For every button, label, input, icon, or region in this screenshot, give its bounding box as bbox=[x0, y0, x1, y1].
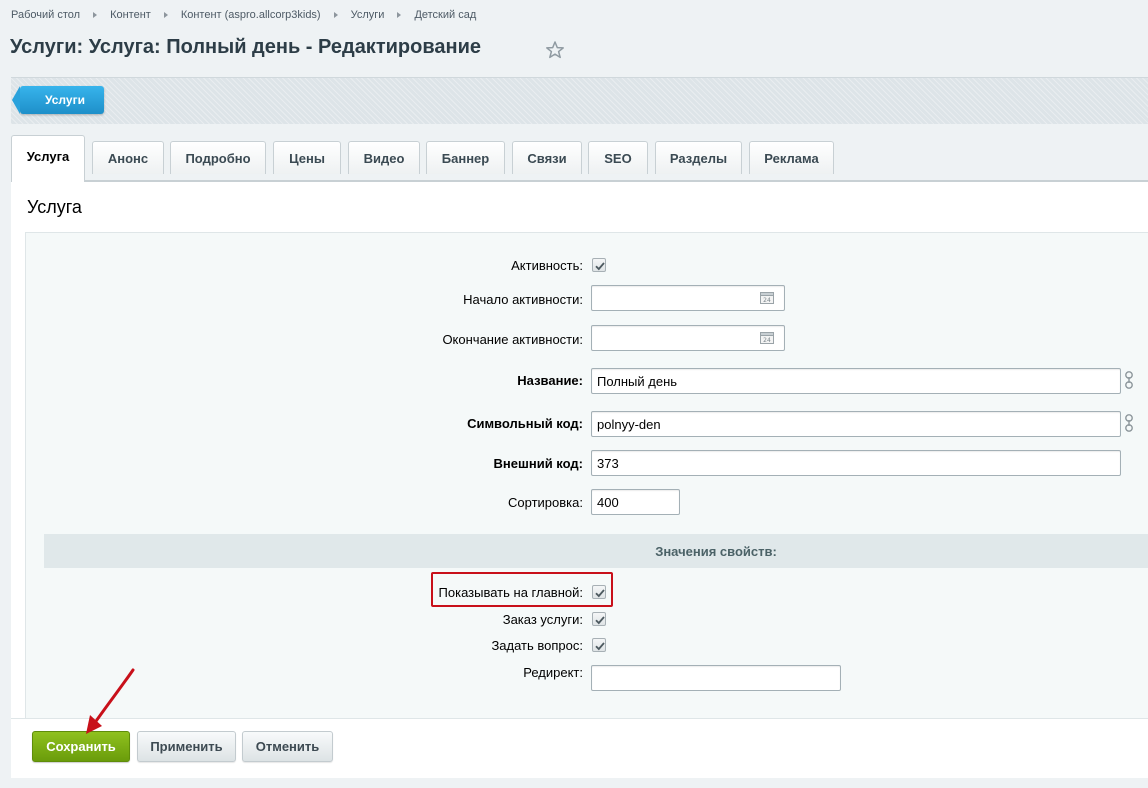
calendar-icon[interactable]: 24 bbox=[760, 291, 774, 304]
tab-preview[interactable]: Анонс bbox=[92, 141, 164, 174]
active-checkbox[interactable] bbox=[592, 258, 606, 272]
tab-banner[interactable]: Баннер bbox=[426, 141, 505, 174]
tab-video[interactable]: Видео bbox=[348, 141, 420, 174]
tab-service[interactable]: Услуга bbox=[11, 135, 85, 182]
redirect-input[interactable] bbox=[591, 665, 841, 691]
tab-prices[interactable]: Цены bbox=[273, 141, 341, 174]
code-input[interactable]: polnyy-den bbox=[591, 411, 1121, 437]
apply-button[interactable]: Применить bbox=[137, 731, 236, 762]
redirect-label: Редирект: bbox=[523, 665, 583, 680]
active-from-label: Начало активности: bbox=[463, 292, 583, 307]
sort-label: Сортировка: bbox=[508, 495, 583, 510]
context-toolbar bbox=[11, 77, 1148, 124]
active-from-input[interactable] bbox=[591, 285, 785, 311]
active-to-label: Окончание активности: bbox=[442, 332, 583, 347]
breadcrumb-item-content[interactable]: Контент bbox=[110, 9, 151, 21]
breadcrumb-item-section[interactable]: Детский сад bbox=[414, 9, 476, 21]
section-title: Услуга bbox=[27, 197, 82, 217]
breadcrumb-separator-icon bbox=[397, 12, 402, 18]
annotation-arrow-icon bbox=[86, 668, 135, 734]
tab-seo[interactable]: SEO bbox=[588, 141, 648, 174]
sort-input[interactable]: 400 bbox=[591, 489, 680, 515]
tab-sections[interactable]: Разделы bbox=[655, 141, 742, 174]
transliteration-link-icon[interactable] bbox=[1124, 369, 1134, 391]
breadcrumb-item-desktop[interactable]: Рабочий стол bbox=[11, 9, 80, 21]
xml-id-input[interactable]: 373 bbox=[591, 450, 1121, 476]
svg-text:24: 24 bbox=[763, 297, 771, 304]
calendar-icon[interactable]: 24 bbox=[760, 331, 774, 344]
properties-section-header: Значения свойств: bbox=[44, 534, 1148, 568]
back-to-list-button[interactable]: Услуги bbox=[12, 86, 104, 114]
tab-links[interactable]: Связи bbox=[512, 141, 582, 174]
tab-ads[interactable]: Реклама bbox=[749, 141, 834, 174]
breadcrumb-separator-icon bbox=[333, 12, 338, 18]
breadcrumb-separator-icon bbox=[93, 12, 98, 18]
breadcrumb-separator-icon bbox=[163, 12, 168, 18]
tab-detail[interactable]: Подробно bbox=[170, 141, 266, 174]
xml-id-label: Внешний код: bbox=[493, 456, 583, 471]
ask-question-checkbox[interactable] bbox=[592, 638, 606, 652]
name-input[interactable]: Полный день bbox=[591, 368, 1121, 394]
active-to-input[interactable] bbox=[591, 325, 785, 351]
name-label: Название: bbox=[517, 373, 583, 388]
cancel-button[interactable]: Отменить bbox=[242, 731, 333, 762]
active-label: Активность: bbox=[511, 258, 583, 273]
breadcrumb-item-iblock-type[interactable]: Контент (aspro.allcorp3kids) bbox=[181, 9, 321, 21]
show-on-main-checkbox[interactable] bbox=[592, 585, 606, 599]
code-label: Символьный код: bbox=[467, 416, 583, 431]
order-service-label: Заказ услуги: bbox=[502, 612, 583, 627]
svg-text:24: 24 bbox=[763, 337, 771, 344]
breadcrumb: Рабочий стол Контент Контент (aspro.allc… bbox=[11, 7, 476, 23]
page-title: Услуги: Услуга: Полный день - Редактиров… bbox=[10, 36, 481, 58]
transliteration-link-icon[interactable] bbox=[1124, 412, 1134, 434]
ask-question-label: Задать вопрос: bbox=[491, 638, 583, 653]
tab-bar: Услуга Анонс Подробно Цены Видео Баннер … bbox=[11, 135, 1148, 182]
show-on-main-label: Показывать на главной: bbox=[438, 585, 583, 600]
star-icon[interactable] bbox=[545, 40, 565, 60]
breadcrumb-item-iblock[interactable]: Услуги bbox=[351, 9, 385, 21]
order-service-checkbox[interactable] bbox=[592, 612, 606, 626]
